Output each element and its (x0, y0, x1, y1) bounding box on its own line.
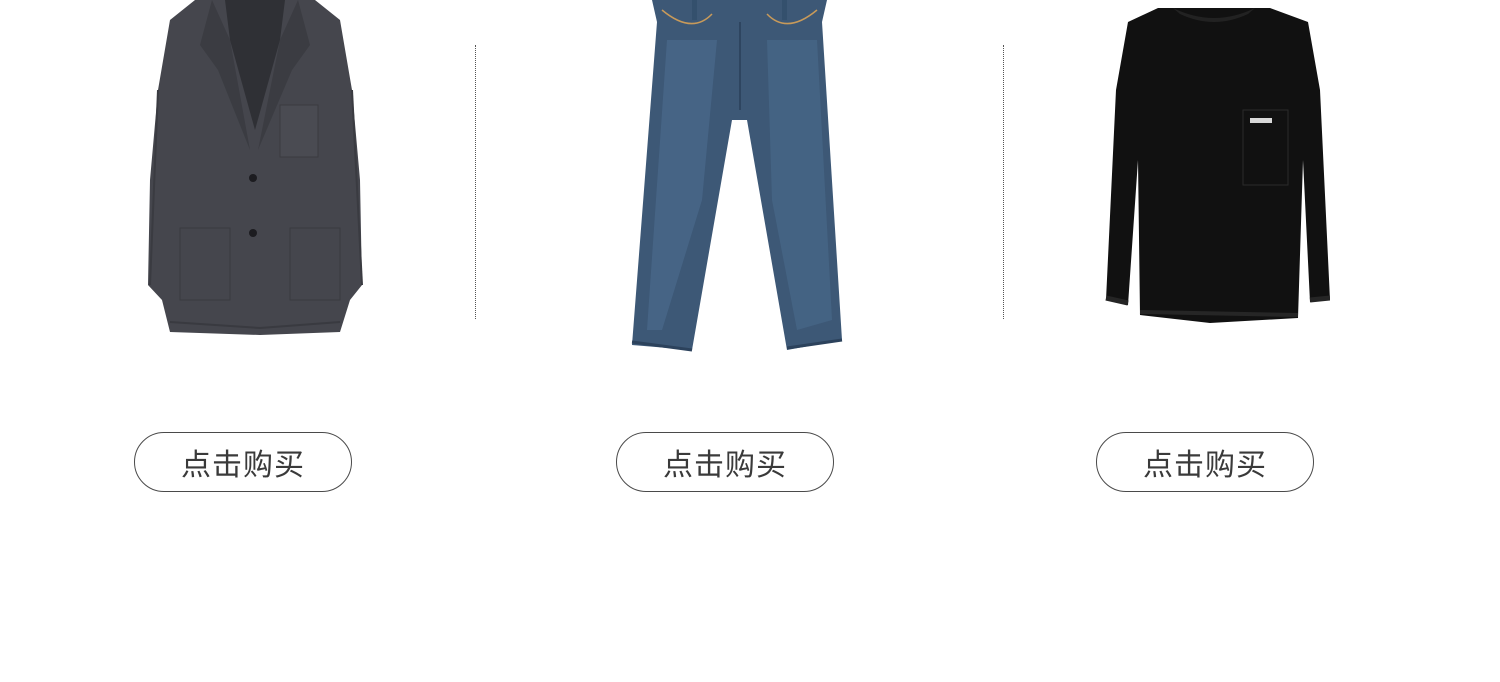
jeans-image[interactable] (622, 0, 854, 356)
buy-button-label: 点击购买 (663, 448, 787, 483)
buy-button[interactable]: 点击购买 (134, 432, 352, 492)
blazer-image[interactable] (140, 0, 372, 340)
divider-2 (1003, 45, 1004, 319)
buy-button-label: 点击购买 (1143, 448, 1267, 483)
buy-button[interactable]: 点击购买 (1096, 432, 1314, 492)
divider-1 (475, 45, 476, 319)
buy-button-label: 点击购买 (181, 448, 305, 483)
buy-button[interactable]: 点击购买 (616, 432, 834, 492)
sweater-image[interactable] (1098, 0, 1330, 328)
